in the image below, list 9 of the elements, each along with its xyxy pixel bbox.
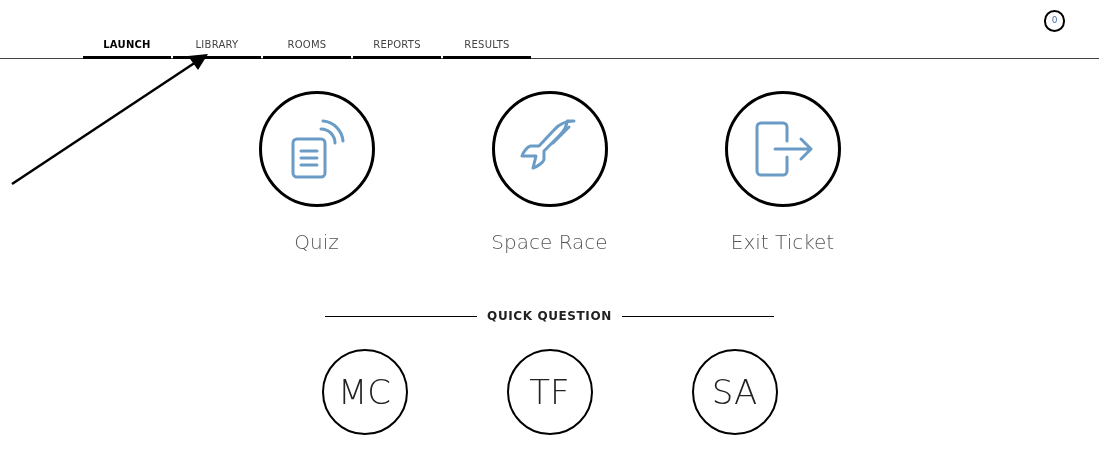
question-type-button[interactable]: TF [506, 349, 593, 435]
question-type-button[interactable]: SA [691, 349, 778, 435]
section-heading: QUICK QUESTION [487, 308, 612, 325]
nav-tab[interactable]: ROOMS [263, 33, 351, 59]
question-type-button[interactable]: MC [321, 349, 408, 435]
notification-badge[interactable]: 0 [1044, 10, 1065, 32]
nav-tab[interactable]: RESULTS [443, 33, 531, 59]
nav-tab[interactable]: LAUNCH [83, 33, 171, 59]
nav-tab[interactable]: REPORTS [353, 33, 441, 59]
